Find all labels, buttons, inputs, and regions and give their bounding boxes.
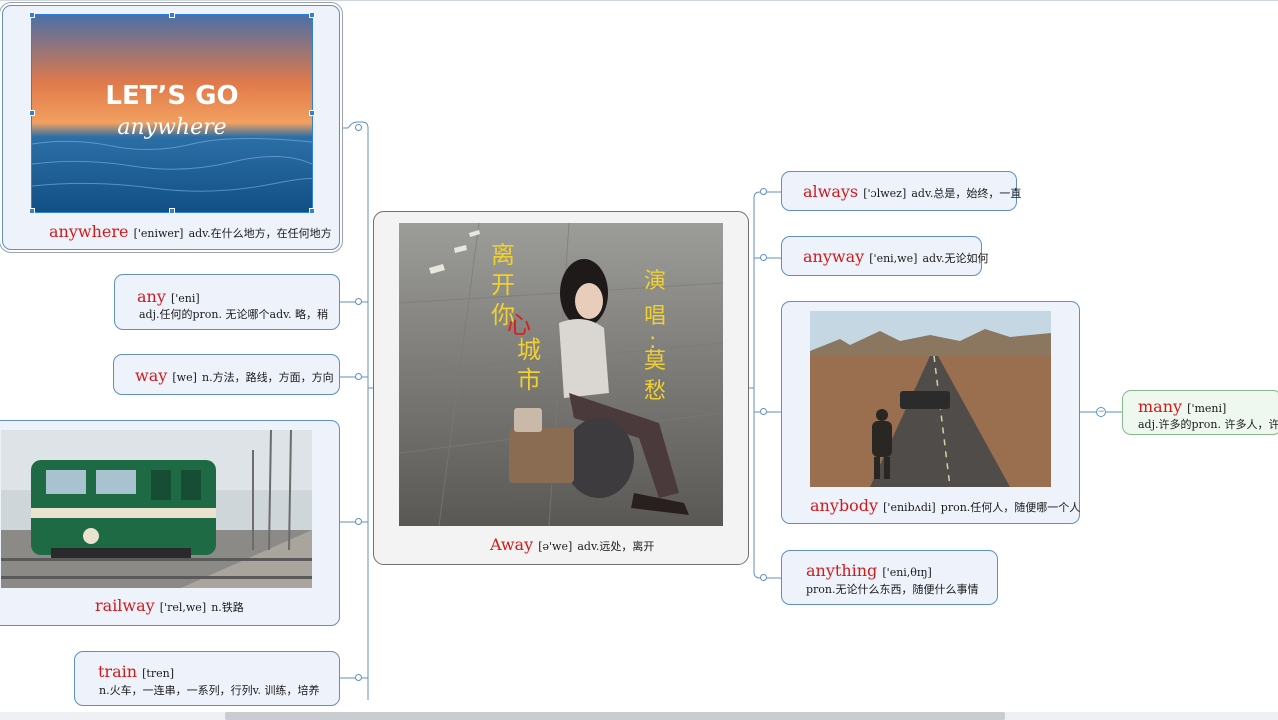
horizontal-scrollbar-thumb[interactable] [225,712,1005,720]
node-phonetic: ['eniwer] [133,227,184,240]
connector-dot-icon [355,298,362,305]
node-phonetic: ['meni] [1187,402,1227,415]
node-word: any [137,287,166,306]
resize-handle[interactable] [169,208,175,214]
node-word: always [803,182,859,201]
connector-dot-icon [760,254,767,261]
node-phonetic: ['eni,we] [869,252,918,265]
connector-dot-icon [355,518,362,525]
node-anyway[interactable]: anyway ['eni,we] adv.无论如何 [781,236,989,276]
mindmap-canvas[interactable]: − LET’S GO anywhere anywhere ['eniwer] a… [0,0,1278,720]
node-train[interactable]: train [tren] n.火车，一连串，一系列，行列v. 训练，培养 [74,651,340,706]
resize-handle[interactable] [29,208,35,214]
node-word: way [135,366,168,385]
node-phonetic: [ə'we] [538,540,573,553]
node-definition: adj.许多的pron. 许多人，许多 [1138,418,1278,431]
connector-dot-icon [760,408,767,415]
node-word: many [1138,397,1183,416]
node-definition: adv.远处，离开 [577,540,655,553]
node-definition: n.火车，一连串，一系列，行列v. 训练，培养 [99,684,320,697]
resize-handle[interactable] [309,110,315,116]
connector-dot-icon [355,124,362,131]
center-poster-image: 离 开 你 心 城 市 演 唱 : 莫 愁 [399,223,723,526]
node-way[interactable]: way [we] n.方法，路线，方面，方向 [113,354,340,395]
node-definition: n.方法，路线，方面，方向 [201,371,334,384]
node-phonetic: [we] [172,371,197,384]
node-phonetic: ['rel,we] [159,601,207,614]
resize-handle[interactable] [169,12,175,18]
node-phonetic: ['eni] [170,292,200,305]
node-definition: adv.无论如何 [922,252,989,265]
node-phonetic: ['eni,θɪŋ] [882,566,932,579]
node-definition: pron.任何人，随便哪一个人 [940,501,1081,514]
collapse-toggle-icon[interactable]: − [1096,407,1106,417]
node-always[interactable]: always ['ɔlwez] adv.总是，始终，一直 [781,171,1021,211]
resize-handle[interactable] [309,12,315,18]
node-word: Away [490,535,534,554]
node-railway[interactable]: railway ['rel,we] n.铁路 [0,420,340,626]
image-selection-frame[interactable] [31,14,313,213]
node-any[interactable]: any ['eni] adj.任何的pron. 无论哪个adv. 略，稍 [114,274,340,330]
node-phonetic: [tren] [142,667,174,680]
resize-handle[interactable] [29,110,35,116]
resize-handle[interactable] [309,208,315,214]
node-definition: adv.在什么地方，在任何地方 [188,227,332,240]
node-word: anyway [803,247,865,266]
node-definition: adv.总是，始终，一直 [911,187,1022,200]
node-word: anything [806,561,878,580]
node-many[interactable]: many ['meni] adj.许多的pron. 许多人，许多 [1122,390,1278,435]
node-word: anybody [810,496,879,515]
node-anywhere[interactable]: LET’S GO anywhere anywhere ['eniwer] adv… [0,2,343,253]
resize-handle[interactable] [29,12,35,18]
connector-dot-icon [760,574,767,581]
connector-dot-icon [355,373,362,380]
anybody-image [810,311,1051,487]
node-anybody[interactable]: anybody ['enibʌdi] pron.任何人，随便哪一个人 [781,301,1080,524]
node-word: anywhere [49,222,129,241]
node-definition: n.铁路 [211,601,244,614]
node-definition: adj.任何的pron. 无论哪个adv. 略，稍 [139,308,329,321]
node-word: railway [95,596,155,615]
node-anything[interactable]: anything ['eni,θɪŋ] pron.无论什么东西，随便什么事情 [781,550,998,605]
node-definition: pron.无论什么东西，随便什么事情 [806,583,979,596]
node-word: train [98,662,138,681]
node-phonetic: ['ɔlwez] [863,187,907,200]
connector-dot-icon [355,674,362,681]
railway-image [1,430,312,588]
connector-dot-icon [760,188,767,195]
node-phonetic: ['enibʌdi] [883,501,936,514]
node-away-center[interactable]: 离 开 你 心 城 市 演 唱 : 莫 愁 Away [ə'we] adv.远处… [373,211,749,565]
